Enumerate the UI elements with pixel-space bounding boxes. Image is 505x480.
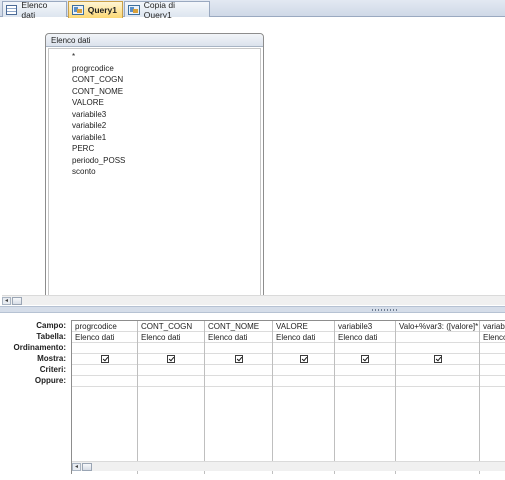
criteri-cell[interactable]: [335, 365, 395, 376]
field-list: * progrcodice CONT_COGN CONT_NOME VALORE…: [48, 48, 261, 300]
show-checkbox[interactable]: [167, 354, 175, 363]
tab-label: Elenco dati: [21, 0, 48, 20]
grid-column: variabile3 Elenco dati: [335, 321, 396, 474]
scroll-left-arrow-icon[interactable]: ◂: [72, 463, 81, 471]
field-item[interactable]: variabile2: [49, 120, 260, 132]
row-label-oppure: Oppure:: [34, 376, 66, 385]
document-tab-bar: Elenco dati Query1 Copia di Query1: [0, 0, 505, 20]
tabella-cell[interactable]: [396, 332, 479, 343]
field-item[interactable]: VALORE: [49, 97, 260, 109]
splitter-grip-icon[interactable]: [372, 309, 398, 311]
tabella-cell[interactable]: Elenco dati: [335, 332, 395, 343]
upper-horizontal-scrollbar[interactable]: ◂: [2, 295, 505, 305]
grid-column: CONT_NOME Elenco dati: [205, 321, 273, 474]
scroll-thumb[interactable]: [12, 297, 22, 305]
mostra-cell: [335, 354, 395, 365]
oppure-cell[interactable]: [335, 376, 395, 387]
query-design-grid-pane: Campo: Tabella: Ordinamento: Mostra: Cri…: [0, 313, 505, 480]
scroll-thumb[interactable]: [82, 463, 92, 471]
field-item[interactable]: periodo_POSS: [49, 155, 260, 167]
show-checkbox[interactable]: [100, 354, 109, 363]
ordinamento-cell[interactable]: [205, 343, 272, 354]
mostra-cell: [273, 354, 334, 365]
tab-copia-di-query1[interactable]: Copia di Query1: [124, 0, 210, 20]
row-label-criteri: Criteri:: [39, 365, 66, 374]
scroll-left-arrow-icon[interactable]: ◂: [2, 297, 11, 305]
field-item[interactable]: PERC: [49, 143, 260, 155]
show-checkbox[interactable]: [299, 354, 308, 363]
grid-column: CONT_COGN Elenco dati: [138, 321, 205, 474]
oppure-cell[interactable]: [72, 376, 137, 387]
campo-cell[interactable]: VALORE: [273, 321, 334, 332]
criteri-cell[interactable]: [480, 365, 505, 376]
show-checkbox[interactable]: [234, 354, 243, 363]
tab-elenco-dati[interactable]: Elenco dati: [2, 0, 67, 20]
tabella-cell[interactable]: Elenco dati: [72, 332, 137, 343]
oppure-cell[interactable]: [396, 376, 479, 387]
query-design-upper-pane: Elenco dati * progrcodice CONT_COGN CONT…: [0, 18, 505, 303]
design-grid: progrcodice Elenco dati CONT_COGN Elenco…: [71, 320, 505, 474]
field-list-window[interactable]: Elenco dati * progrcodice CONT_COGN CONT…: [45, 33, 264, 303]
pane-splitter[interactable]: [0, 306, 505, 313]
ordinamento-cell[interactable]: [273, 343, 334, 354]
campo-cell[interactable]: progrcodice: [72, 321, 137, 332]
grid-horizontal-scrollbar[interactable]: ◂: [72, 461, 505, 471]
ordinamento-cell[interactable]: [72, 343, 137, 354]
ordinamento-cell[interactable]: [480, 343, 505, 354]
criteri-cell[interactable]: [72, 365, 137, 376]
field-item[interactable]: variabile3: [49, 109, 260, 121]
row-label-tabella: Tabella:: [36, 332, 66, 341]
tab-query1[interactable]: Query1: [68, 1, 123, 18]
criteri-cell[interactable]: [396, 365, 479, 376]
oppure-cell[interactable]: [205, 376, 272, 387]
tab-label: Copia di Query1: [143, 0, 175, 20]
campo-cell[interactable]: CONT_COGN: [138, 321, 204, 332]
field-item[interactable]: variabile1: [49, 132, 260, 144]
show-checkbox[interactable]: [433, 354, 442, 363]
ordinamento-cell[interactable]: [335, 343, 395, 354]
criteri-cell[interactable]: [205, 365, 272, 376]
oppure-cell[interactable]: [138, 376, 204, 387]
grid-column: progrcodice Elenco dati: [72, 321, 138, 474]
mostra-cell: [72, 354, 137, 365]
show-checkbox[interactable]: [361, 354, 369, 363]
query-icon: [72, 5, 84, 15]
ordinamento-cell[interactable]: [138, 343, 204, 354]
mostra-cell: [205, 354, 272, 365]
tabella-cell[interactable]: Elenco: [480, 332, 505, 343]
grid-row-labels: Campo: Tabella: Ordinamento: Mostra: Cri…: [0, 320, 70, 386]
campo-cell[interactable]: CONT_NOME: [205, 321, 272, 332]
oppure-cell[interactable]: [273, 376, 334, 387]
field-item[interactable]: progrcodice: [49, 63, 260, 75]
field-item[interactable]: CONT_NOME: [49, 86, 260, 98]
mostra-cell: [138, 354, 204, 365]
campo-cell[interactable]: Valo+%var3: ([valore]*: [396, 321, 479, 332]
field-item[interactable]: CONT_COGN: [49, 74, 260, 86]
mostra-cell: [396, 354, 479, 365]
mostra-cell[interactable]: [480, 354, 505, 365]
query-icon: [128, 4, 140, 15]
tabella-cell[interactable]: Elenco dati: [273, 332, 334, 343]
grid-column: variab Elenco: [480, 321, 505, 474]
field-list-title[interactable]: Elenco dati: [46, 34, 263, 47]
row-label-mostra: Mostra:: [37, 354, 66, 363]
row-label-campo: Campo:: [36, 321, 66, 330]
ordinamento-cell[interactable]: [396, 343, 479, 354]
grid-column: VALORE Elenco dati: [273, 321, 335, 474]
criteri-cell[interactable]: [273, 365, 334, 376]
tab-label: Query1: [87, 5, 117, 15]
field-item[interactable]: sconto: [49, 166, 260, 178]
campo-cell[interactable]: variab: [480, 321, 505, 332]
grid-column: Valo+%var3: ([valore]*: [396, 321, 480, 474]
campo-cell[interactable]: variabile3: [335, 321, 395, 332]
table-icon: [6, 4, 18, 15]
criteri-cell[interactable]: [138, 365, 204, 376]
tabella-cell[interactable]: Elenco dati: [138, 332, 204, 343]
row-label-ordinamento: Ordinamento:: [13, 343, 66, 352]
field-item-all[interactable]: *: [49, 51, 260, 63]
oppure-cell[interactable]: [480, 376, 505, 387]
tabella-cell[interactable]: Elenco dati: [205, 332, 272, 343]
